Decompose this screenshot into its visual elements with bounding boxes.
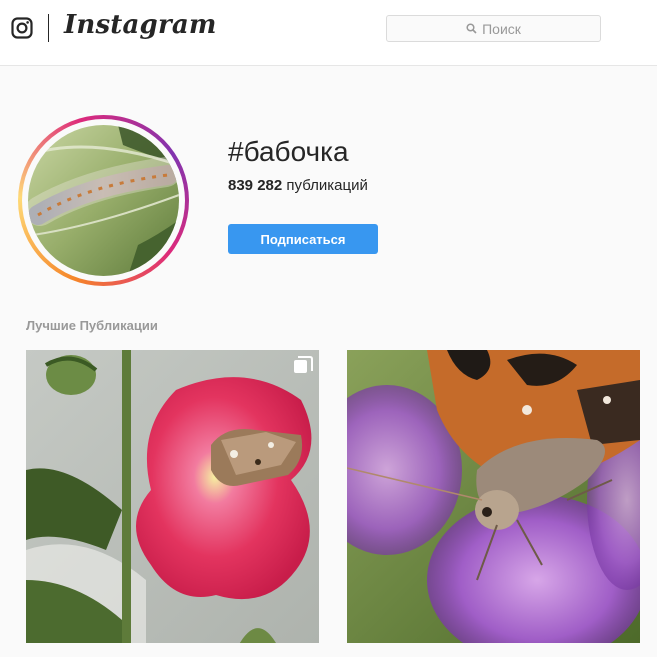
instagram-wordmark[interactable]: Instagram	[64, 10, 217, 40]
post-count: 839 282 публикаций	[228, 177, 368, 194]
search-placeholder: Поиск	[482, 20, 521, 37]
top-posts-title: Лучшие Публикации	[26, 318, 158, 333]
search-input[interactable]: Поиск	[386, 15, 601, 42]
hashtag-avatar	[18, 115, 189, 286]
follow-button[interactable]: Подписаться	[228, 224, 378, 254]
post-count-number: 839 282	[228, 177, 283, 194]
post-image-hollyhock-butterfly	[26, 350, 319, 643]
avatar-image-caterpillar	[28, 125, 179, 276]
search-icon	[466, 23, 477, 34]
top-post-2[interactable]	[347, 350, 640, 643]
top-post-1[interactable]	[26, 350, 319, 643]
hashtag-title: #бабочка	[228, 136, 349, 167]
logo-divider	[48, 14, 49, 42]
instagram-camera-icon[interactable]	[11, 17, 33, 39]
post-image-chive-butterfly	[347, 350, 640, 643]
carousel-icon	[294, 356, 313, 373]
top-navigation-bar: Instagram Поиск	[0, 0, 657, 66]
post-count-label: публикаций	[286, 177, 368, 194]
